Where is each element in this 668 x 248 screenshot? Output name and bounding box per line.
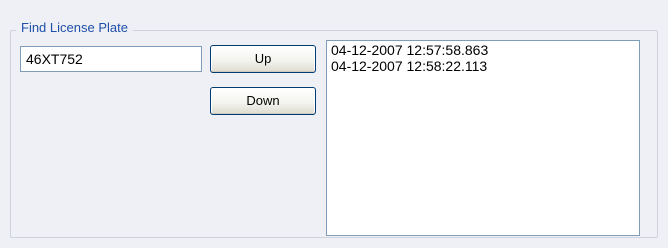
license-plate-input[interactable] (20, 46, 202, 72)
list-item[interactable]: 04-12-2007 12:58:22.113 (327, 58, 639, 74)
list-item[interactable]: 04-12-2007 12:57:58.863 (327, 42, 639, 58)
results-list[interactable]: 04-12-2007 12:57:58.863 04-12-2007 12:58… (326, 40, 640, 236)
up-button[interactable]: Up (210, 45, 316, 73)
group-title: Find License Plate (16, 20, 133, 36)
down-button[interactable]: Down (210, 87, 316, 115)
